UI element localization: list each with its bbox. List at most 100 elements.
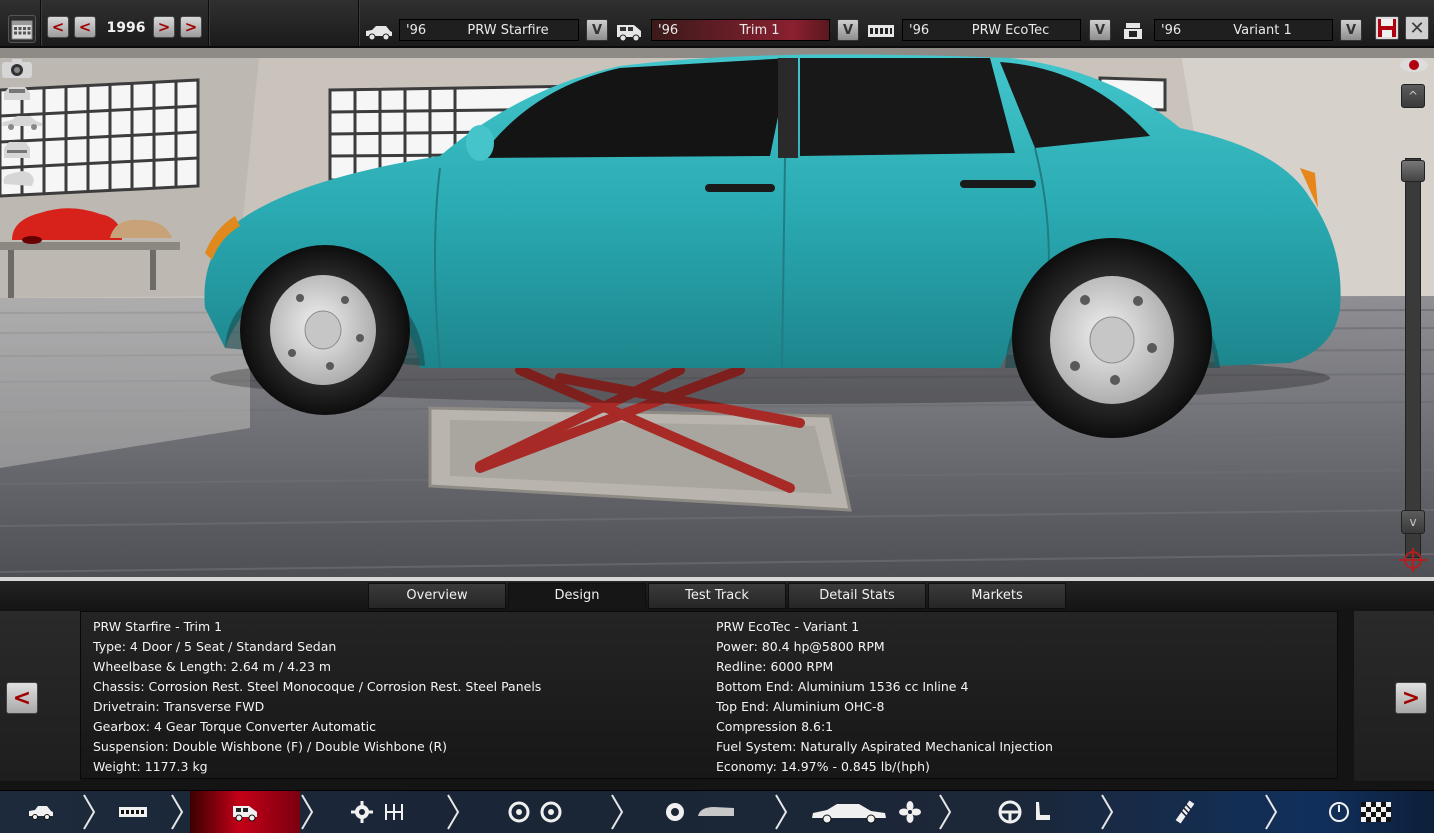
engine-power: Power: 80.4 hp@5800 RPM bbox=[716, 639, 885, 654]
model-dropdown-button[interactable]: V bbox=[586, 19, 608, 41]
save-button[interactable] bbox=[1375, 16, 1399, 40]
tyre-icon bbox=[540, 801, 562, 823]
engine-dropdown-button[interactable]: V bbox=[1089, 19, 1111, 41]
view-side-icon[interactable] bbox=[0, 114, 44, 130]
body-panel-icon bbox=[698, 807, 734, 816]
nav-chevron-icon bbox=[83, 794, 96, 830]
variant-select[interactable]: '96 Variant 1 bbox=[1154, 19, 1333, 41]
shock-absorber-icon bbox=[1175, 800, 1195, 824]
tab-markets[interactable]: Markets bbox=[928, 583, 1066, 609]
seat-icon bbox=[1036, 802, 1050, 820]
view-front-icon[interactable] bbox=[0, 84, 34, 102]
camera-icon[interactable] bbox=[0, 58, 40, 80]
car-suspension: Suspension: Double Wishbone (F) / Double… bbox=[93, 739, 448, 754]
save-icon bbox=[1378, 19, 1396, 37]
close-button[interactable]: ✕ bbox=[1405, 16, 1429, 40]
zoom-scrollbar[interactable] bbox=[1405, 158, 1421, 558]
car-summary-title: PRW Starfire - Trim 1 bbox=[93, 619, 223, 634]
top-bar: < < 1996 > > '96 PRW Starfire V '96 Trim… bbox=[0, 0, 1434, 48]
nav-step-wheels[interactable] bbox=[470, 791, 600, 833]
tab-detail-stats[interactable]: Detail Stats bbox=[788, 583, 926, 609]
visibility-icon[interactable] bbox=[1398, 56, 1430, 74]
trim-name: Trim 1 bbox=[739, 23, 780, 38]
tab-overview[interactable]: Overview bbox=[368, 583, 506, 609]
gauge-icon bbox=[1329, 802, 1349, 822]
zoom-scroll-thumb[interactable] bbox=[1401, 160, 1425, 182]
garage-scene bbox=[0, 48, 1434, 578]
nav-chevron-icon bbox=[447, 794, 460, 830]
year-label: 1996 bbox=[106, 20, 146, 36]
car-wheelbase-length: Wheelbase & Length: 2.64 m / 4.23 m bbox=[93, 659, 332, 674]
car-trim-icon bbox=[233, 806, 257, 822]
prev-year-button[interactable]: < bbox=[74, 16, 96, 38]
nav-step-aero[interactable] bbox=[795, 791, 935, 833]
scroll-down-button[interactable]: v bbox=[1401, 510, 1425, 534]
nav-chevron-icon bbox=[775, 794, 788, 830]
reset-view-icon[interactable] bbox=[1396, 546, 1430, 574]
engine-year: '96 bbox=[909, 23, 930, 38]
next-decade-button[interactable]: > bbox=[180, 16, 202, 38]
calendar-button[interactable] bbox=[8, 15, 36, 43]
nav-chevron-icon bbox=[1265, 794, 1278, 830]
design-step-nav bbox=[0, 790, 1434, 833]
engine-economy: Economy: 14.97% - 0.845 lb/(hph) bbox=[716, 759, 930, 774]
car-chassis: Chassis: Corrosion Rest. Steel Monocoque… bbox=[93, 679, 542, 694]
car-type: Type: 4 Door / 5 Seat / Standard Sedan bbox=[93, 639, 337, 654]
engine-redline: Redline: 6000 RPM bbox=[716, 659, 834, 674]
engine-top-end: Top End: Aluminium OHC-8 bbox=[716, 699, 885, 714]
tab-design[interactable]: Design bbox=[508, 583, 646, 609]
engine-compression: Compression 8.6:1 bbox=[716, 719, 834, 734]
design-summary-panel: PRW Starfire - Trim 1 Type: 4 Door / 5 S… bbox=[80, 611, 1338, 779]
model-select[interactable]: '96 PRW Starfire bbox=[399, 19, 579, 41]
next-year-button[interactable]: > bbox=[153, 16, 175, 38]
scroll-up-button[interactable]: ^ bbox=[1401, 84, 1425, 108]
nav-step-interior[interactable] bbox=[960, 791, 1090, 833]
nav-step-body[interactable] bbox=[630, 791, 770, 833]
nav-chevron-icon bbox=[171, 794, 184, 830]
car-model-icon bbox=[29, 806, 53, 820]
chassis-icon bbox=[119, 807, 147, 817]
engine-bottom-end: Bottom End: Aluminium 1536 cc Inline 4 bbox=[716, 679, 969, 694]
steering-wheel-icon bbox=[998, 800, 1022, 824]
view-top-icon[interactable] bbox=[0, 168, 36, 190]
nav-chevron-icon bbox=[301, 794, 314, 830]
car-weight: Weight: 1177.3 kg bbox=[93, 759, 208, 774]
prev-decade-button[interactable]: < bbox=[47, 16, 69, 38]
engine-variant-icon bbox=[1124, 23, 1142, 39]
variant-name: Variant 1 bbox=[1233, 23, 1292, 38]
separator bbox=[358, 0, 359, 46]
engine-gear-icon bbox=[351, 801, 373, 823]
car-model-icon bbox=[366, 26, 392, 41]
car-trim-icon bbox=[617, 25, 641, 42]
model-year: '96 bbox=[406, 23, 427, 38]
nav-step-trim[interactable] bbox=[190, 791, 300, 833]
variant-year: '96 bbox=[1161, 23, 1182, 38]
nav-chevron-icon bbox=[939, 794, 952, 830]
car-3d-viewport[interactable]: ^ v bbox=[0, 48, 1434, 578]
checkered-flag-icon bbox=[1361, 802, 1391, 822]
nav-step-drivetrain[interactable] bbox=[318, 791, 438, 833]
nav-step-suspension[interactable] bbox=[1130, 791, 1240, 833]
wheel-icon bbox=[666, 803, 684, 821]
nav-chevron-icon bbox=[611, 794, 624, 830]
trim-dropdown-button[interactable]: V bbox=[837, 19, 859, 41]
nav-step-chassis[interactable] bbox=[96, 791, 170, 833]
nav-chevron-icon bbox=[1101, 794, 1114, 830]
tab-test-track[interactable]: Test Track bbox=[648, 583, 786, 609]
info-tabs: Overview Design Test Track Detail Stats … bbox=[0, 581, 1434, 611]
next-page-button[interactable]: > bbox=[1395, 682, 1427, 714]
nav-step-testing[interactable] bbox=[1290, 791, 1430, 833]
engine-select[interactable]: '96 PRW EcoTec bbox=[902, 19, 1081, 41]
engine-name: PRW EcoTec bbox=[971, 23, 1050, 38]
trim-select[interactable]: '96 Trim 1 bbox=[651, 19, 830, 41]
model-name: PRW Starfire bbox=[467, 23, 549, 38]
trim-year: '96 bbox=[658, 23, 679, 38]
view-rear-icon[interactable] bbox=[0, 140, 34, 160]
nav-step-model[interactable] bbox=[0, 791, 82, 833]
engine-block-icon bbox=[868, 25, 894, 37]
gearbox-icon bbox=[385, 804, 403, 820]
car-drivetrain: Drivetrain: Transverse FWD bbox=[93, 699, 265, 714]
prev-page-button[interactable]: < bbox=[6, 682, 38, 714]
tyre-icon bbox=[508, 801, 530, 823]
variant-dropdown-button[interactable]: V bbox=[1340, 19, 1362, 41]
